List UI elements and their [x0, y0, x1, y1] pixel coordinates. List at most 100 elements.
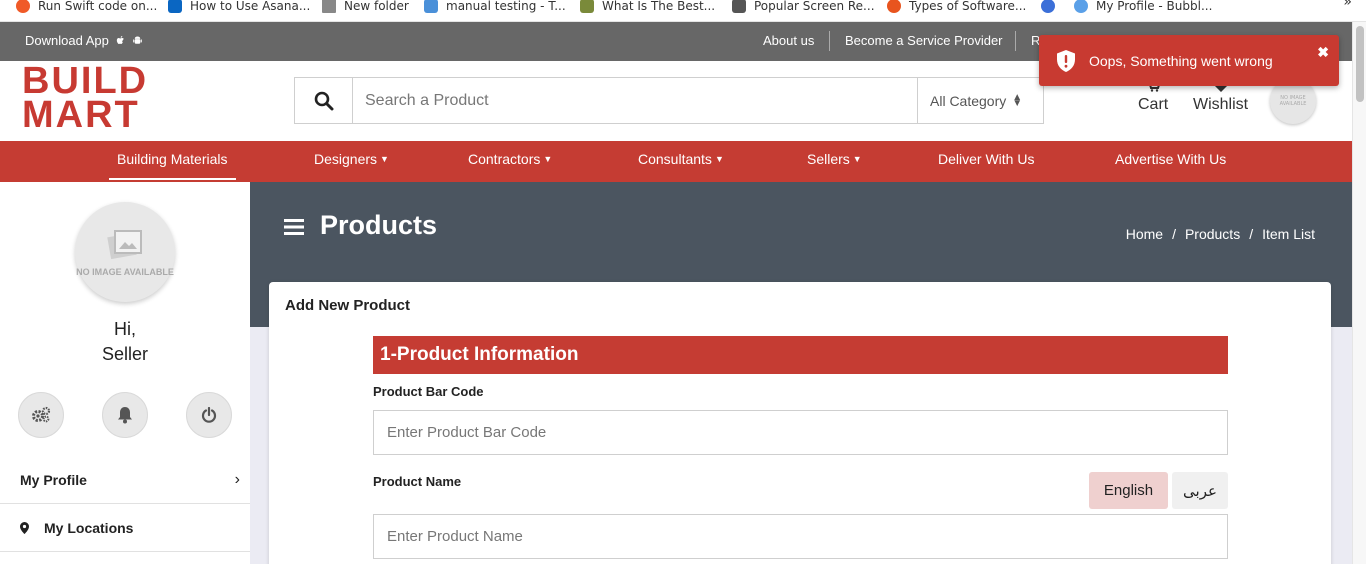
search-bar: All Category ▲▼	[294, 77, 1044, 124]
site-icon	[732, 0, 746, 13]
apple-icon	[116, 36, 124, 44]
sort-arrows-icon: ▲ ▼	[1012, 91, 1023, 109]
wishlist-label: Wishlist	[1193, 96, 1249, 113]
english-tab[interactable]: English	[1089, 472, 1168, 509]
nav-label: Contractors	[468, 151, 541, 167]
bookmark-label: manual testing - T...	[446, 0, 566, 13]
swift-icon	[16, 0, 30, 13]
caret-down-icon: ▼	[543, 154, 553, 164]
nav-label: Consultants	[638, 151, 712, 167]
bookmark-manual-testing[interactable]: manual testing - T...	[424, 0, 566, 13]
about-us-link[interactable]: About us	[763, 33, 814, 48]
folder-icon	[322, 0, 336, 13]
caret-down-icon: ▼	[852, 154, 862, 164]
bookmark-swift[interactable]: Run Swift code on...	[16, 0, 157, 13]
sidebar-item-my-locations[interactable]: My Locations	[0, 504, 250, 552]
toast-message: Oops, Something went wrong	[1089, 52, 1273, 69]
nav-contractors[interactable]: Contractors ▼	[468, 151, 552, 167]
download-app-label: Download App	[25, 33, 109, 48]
divider	[1015, 31, 1016, 51]
sidebar: NO IMAGE AVAILABLE Hi, Seller My Profile…	[0, 182, 250, 564]
history-icon	[1041, 0, 1055, 13]
nav-label: Designers	[314, 151, 378, 167]
bookmark-label: Run Swift code on...	[38, 0, 158, 13]
error-toast: Oops, Something went wrong ✖	[1039, 35, 1339, 86]
bookmark-label: My Profile - Bubbl...	[1096, 0, 1213, 13]
nav-advertise-with-us[interactable]: Advertise With Us	[1115, 151, 1226, 167]
caret-down-icon: ▼	[380, 154, 389, 164]
bookmark-label: Popular Screen Re...	[754, 0, 875, 13]
category-select-value: All Category	[930, 92, 1007, 109]
logout-button[interactable]	[186, 392, 232, 438]
breadcrumb-home[interactable]: Home	[1126, 226, 1163, 242]
nav-building-materials[interactable]: Building Materials	[109, 151, 235, 180]
barcode-input[interactable]	[373, 410, 1228, 455]
search-input[interactable]	[353, 78, 917, 123]
power-icon	[201, 407, 217, 423]
add-product-card: Add New Product 1-Product Information Pr…	[269, 282, 1331, 564]
nav-deliver-with-us[interactable]: Deliver With Us	[938, 151, 1034, 167]
logo-line-1: BUILD	[22, 60, 149, 102]
nav-label: Sellers	[807, 151, 850, 167]
menu-icon[interactable]	[284, 219, 304, 235]
page-scrollbar[interactable]	[1352, 22, 1366, 564]
card-title: Add New Product	[285, 297, 411, 314]
breadcrumb-item-list: Item List	[1262, 226, 1315, 242]
greeting: Hi, Seller	[0, 317, 250, 367]
bookmarks-bar: Run Swift code on... How to Use Asana...…	[0, 0, 1366, 22]
greeting-hi: Hi,	[114, 319, 136, 339]
image-placeholder-icon	[107, 230, 142, 260]
scrollbar-thumb[interactable]	[1356, 26, 1364, 102]
sidebar-item-label: My Profile	[20, 471, 87, 488]
bell-icon	[118, 407, 132, 424]
product-name-input[interactable]	[373, 514, 1228, 559]
bookmark-label: Types of Software...	[909, 0, 1027, 13]
become-provider-link[interactable]: Become a Service Provider	[845, 33, 1003, 48]
bookmarks-more-button[interactable]: »	[1343, 0, 1352, 10]
avatar-placeholder-text: NO IMAGE AVAILABLE	[1279, 95, 1307, 107]
settings-button[interactable]	[18, 392, 64, 438]
breadcrumb: Home / Products / Item List	[1126, 226, 1315, 242]
avatar-placeholder-text: NO IMAGE AVAILABLE	[76, 267, 174, 277]
divider	[829, 31, 830, 51]
close-icon[interactable]: ✖	[1317, 44, 1329, 61]
caret-down-icon: ▼	[714, 154, 724, 164]
site-icon	[887, 0, 901, 13]
sidebar-item-label: My Locations	[44, 519, 134, 536]
nav-sellers[interactable]: Sellers ▼	[807, 151, 862, 167]
breadcrumb-products[interactable]: Products	[1185, 226, 1240, 242]
bookmark-label: New folder	[344, 0, 409, 13]
breadcrumb-separator: /	[1249, 226, 1254, 242]
barcode-label: Product Bar Code	[373, 384, 484, 399]
bookmark-popular-screen[interactable]: Popular Screen Re...	[732, 0, 875, 13]
page-title: Products	[320, 210, 438, 240]
category-select[interactable]: All Category ▲ ▼	[917, 78, 1043, 123]
shield-alert-icon	[1057, 49, 1075, 72]
cart-label: Cart	[1138, 96, 1169, 113]
search-icon	[314, 91, 333, 110]
profile-avatar[interactable]: NO IMAGE AVAILABLE	[75, 202, 175, 302]
build-mart-logo[interactable]: BUILD MART	[22, 60, 167, 138]
bookmark-asana[interactable]: How to Use Asana...	[168, 0, 310, 13]
bookmark-types-software[interactable]: Types of Software...	[887, 0, 1026, 13]
bookmark-history[interactable]	[1041, 0, 1063, 13]
chevron-right-icon: ›	[234, 470, 240, 488]
section-header: 1-Product Information	[373, 336, 1228, 374]
sidebar-item-my-profile[interactable]: My Profile ›	[0, 456, 250, 504]
download-app[interactable]: Download App	[25, 33, 143, 48]
nav-designers[interactable]: Designers ▼	[314, 151, 389, 167]
bookmark-label: What Is The Best...	[602, 0, 716, 13]
bookmark-new-folder[interactable]: New folder	[322, 0, 409, 13]
bookmark-label: How to Use Asana...	[190, 0, 311, 13]
notifications-button[interactable]	[102, 392, 148, 438]
site-icon	[580, 0, 594, 13]
map-pin-icon	[20, 521, 29, 534]
bookmark-what-is[interactable]: What Is The Best...	[580, 0, 715, 13]
nav-consultants[interactable]: Consultants ▼	[638, 151, 724, 167]
search-button[interactable]	[295, 78, 353, 123]
bookmark-my-profile[interactable]: My Profile - Bubbl...	[1074, 0, 1212, 13]
greeting-role: Seller	[101, 344, 149, 364]
arabic-tab[interactable]: عربى	[1172, 472, 1228, 509]
android-icon	[133, 36, 142, 44]
product-name-label: Product Name	[373, 474, 462, 489]
